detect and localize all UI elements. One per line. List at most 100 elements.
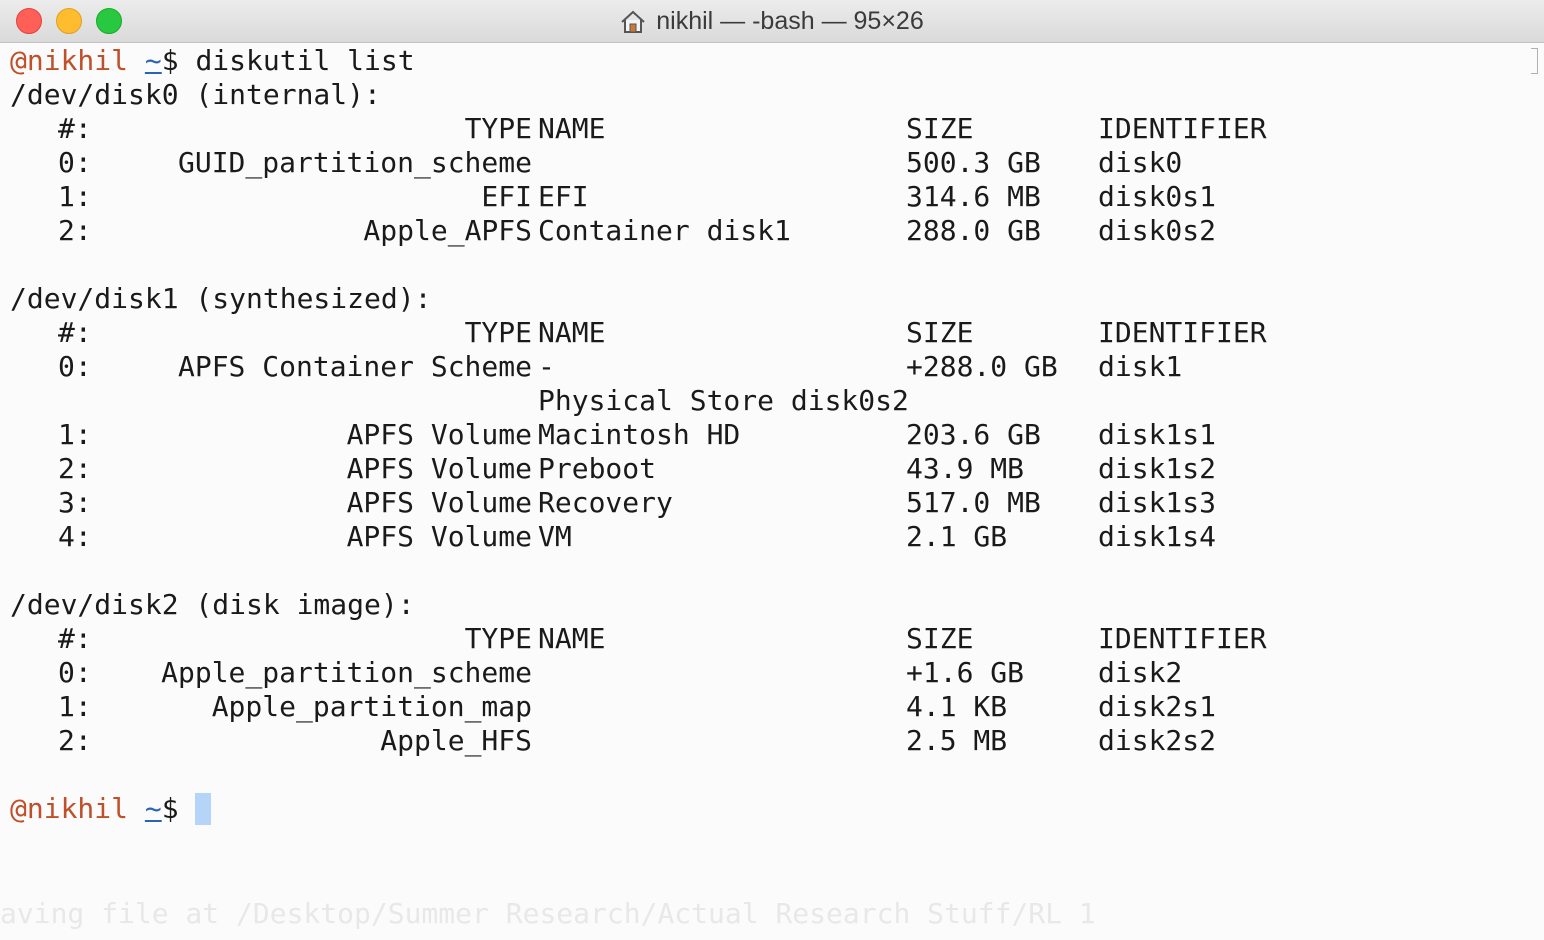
- partition-row: 2: APFS Volume Preboot 43.9 MB disk1s2: [10, 452, 1520, 486]
- partition-number: 2:: [58, 214, 92, 247]
- disk-title: /dev/disk2 (disk image):: [10, 588, 415, 621]
- partition-number: 0:: [58, 656, 92, 689]
- partition-name: EFI: [538, 180, 589, 213]
- header-size: SIZE: [906, 316, 974, 349]
- partition-row: 0: GUID_partition_scheme 500.3 GB disk0: [10, 146, 1520, 180]
- partition-type: GUID_partition_scheme: [177, 146, 532, 179]
- partition-identifier: disk2s1: [1098, 690, 1217, 723]
- partition-type: APFS Volume: [346, 452, 532, 485]
- partition-type: APFS Volume: [346, 418, 532, 451]
- partition-name: Container disk1: [538, 214, 791, 247]
- partition-identifier: disk0: [1098, 146, 1183, 179]
- window-title: nikhil — -bash — 95×26: [0, 0, 1544, 42]
- partition-row: 1: APFS Volume Macintosh HD 203.6 GB disk1s1: [10, 418, 1520, 452]
- partition-name: Recovery: [538, 486, 673, 519]
- prompt-symbol: $: [161, 44, 179, 77]
- header-identifier: IDENTIFIER: [1098, 622, 1267, 655]
- partition-row: 0: Apple_partition_scheme +1.6 GB disk2: [10, 656, 1520, 690]
- partition-size: +288.0 GB: [906, 350, 1058, 383]
- partition-identifier: disk2s2: [1098, 724, 1217, 757]
- partition-row: 1: Apple_partition_map 4.1 KB disk2s1: [10, 690, 1520, 724]
- header-type: TYPE: [464, 112, 532, 145]
- disk-list-output: /dev/disk0 (internal): #: TYPE NAME SIZE IDEN…: [10, 78, 1520, 792]
- partition-size: 2.5 MB: [906, 724, 1008, 757]
- partition-number: 1:: [58, 180, 92, 213]
- partition-row: 4: APFS Volume VM 2.1 GB disk1s4: [10, 520, 1520, 554]
- header-name: NAME: [538, 622, 606, 655]
- terminal-output[interactable]: @nikhil ~$ diskutil list /dev/disk0 (int…: [10, 44, 1520, 924]
- prompt-tilde: ~: [144, 792, 162, 825]
- prompt-user: @nikhil: [10, 44, 129, 77]
- partition-row: 3: APFS Volume Recovery 517.0 MB disk1s3: [10, 486, 1520, 520]
- partition-size: 43.9 MB: [906, 452, 1025, 485]
- partition-type: APFS Volume: [346, 520, 532, 553]
- partition-identifier: disk0s2: [1098, 214, 1217, 247]
- partition-number: 2:: [58, 724, 92, 757]
- partition-type: Apple_APFS: [363, 214, 532, 247]
- partition-type: Apple_partition_scheme: [161, 656, 532, 689]
- command-line: @nikhil ~$ diskutil list: [10, 44, 1520, 78]
- terminal-window: nikhil — -bash — 95×26 aving file at /De…: [0, 0, 1544, 940]
- partition-row: 0: APFS Container Scheme - +288.0 GB disk1: [10, 350, 1520, 384]
- partition-row: 2: Apple_APFS Container disk1 288.0 GB disk0…: [10, 214, 1520, 248]
- scroll-indicator[interactable]: [1531, 48, 1538, 74]
- header-name: NAME: [538, 316, 606, 349]
- header-num: #:: [58, 622, 92, 655]
- partition-number: 0:: [58, 350, 92, 383]
- partition-name: -: [538, 350, 555, 383]
- partition-size: 517.0 MB: [906, 486, 1041, 519]
- partition-size: 203.6 GB: [906, 418, 1041, 451]
- disk-title: /dev/disk0 (internal):: [10, 78, 381, 111]
- partition-name: Macintosh HD: [538, 418, 741, 451]
- prompt-tilde: ~: [144, 44, 162, 77]
- text-cursor: [195, 793, 212, 825]
- header-num: #:: [58, 316, 92, 349]
- partition-number: 2:: [58, 452, 92, 485]
- partition-type: APFS Container Scheme: [177, 350, 532, 383]
- partition-identifier: disk1s1: [1098, 418, 1217, 451]
- partition-number: 3:: [58, 486, 92, 519]
- home-icon: [621, 10, 645, 33]
- active-prompt-line[interactable]: @nikhil ~$: [10, 792, 1520, 826]
- prompt-symbol: $: [161, 792, 179, 825]
- header-identifier: IDENTIFIER: [1098, 112, 1267, 145]
- column-header-row: #: TYPE NAME SIZE IDENTIFIER: [10, 622, 1520, 656]
- partition-name: VM: [538, 520, 572, 553]
- partition-size: 288.0 GB: [906, 214, 1041, 247]
- partition-identifier: disk2: [1098, 656, 1183, 689]
- partition-name: Physical Store disk0s2: [538, 384, 909, 417]
- header-num: #:: [58, 112, 92, 145]
- partition-number: 0:: [58, 146, 92, 179]
- disk-title: /dev/disk1 (synthesized):: [10, 282, 432, 315]
- partition-identifier: disk1: [1098, 350, 1183, 383]
- partition-number: 1:: [58, 690, 92, 723]
- partition-size: 500.3 GB: [906, 146, 1041, 179]
- partition-number: 4:: [58, 520, 92, 553]
- partition-number: 1:: [58, 418, 92, 451]
- partition-row: Physical Store disk0s2: [10, 384, 1520, 418]
- header-identifier: IDENTIFIER: [1098, 316, 1267, 349]
- header-name: NAME: [538, 112, 606, 145]
- command-text: diskutil list: [195, 44, 415, 77]
- header-type: TYPE: [464, 316, 532, 349]
- partition-type: APFS Volume: [346, 486, 532, 519]
- partition-type: Apple_HFS: [380, 724, 532, 757]
- prompt-user: @nikhil: [10, 792, 129, 825]
- partition-size: 4.1 KB: [906, 690, 1008, 723]
- partition-size: 2.1 GB: [906, 520, 1008, 553]
- header-type: TYPE: [464, 622, 532, 655]
- header-size: SIZE: [906, 622, 974, 655]
- partition-identifier: disk1s2: [1098, 452, 1217, 485]
- title-bar[interactable]: nikhil — -bash — 95×26: [0, 0, 1544, 43]
- partition-row: 2: Apple_HFS 2.5 MB disk2s2: [10, 724, 1520, 758]
- partition-name: Preboot: [538, 452, 657, 485]
- column-header-row: #: TYPE NAME SIZE IDENTIFIER: [10, 316, 1520, 350]
- partition-size: 314.6 MB: [906, 180, 1041, 213]
- partition-identifier: disk0s1: [1098, 180, 1217, 213]
- partition-identifier: disk1s3: [1098, 486, 1217, 519]
- column-header-row: #: TYPE NAME SIZE IDENTIFIER: [10, 112, 1520, 146]
- partition-type: EFI: [481, 180, 532, 213]
- partition-identifier: disk1s4: [1098, 520, 1217, 553]
